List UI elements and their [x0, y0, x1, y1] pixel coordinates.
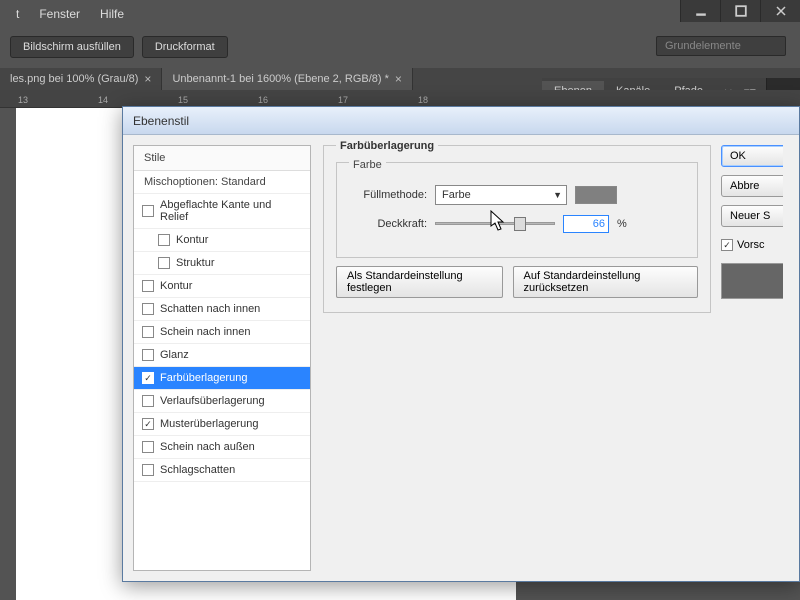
cancel-button[interactable]: Abbre — [721, 175, 783, 197]
doc-tab-label: les.png bei 100% (Grau/8) — [10, 73, 138, 85]
menu-hilfe[interactable]: Hilfe — [90, 3, 134, 25]
dialog-title: Ebenenstil — [123, 107, 799, 135]
style-label: Glanz — [160, 349, 189, 361]
style-inner-shadow[interactable]: Schatten nach innen — [134, 298, 310, 321]
style-label: Schatten nach innen — [160, 303, 260, 315]
style-pattern-overlay[interactable]: Musterüberlagerung — [134, 413, 310, 436]
style-label: Farbüberlagerung — [160, 372, 247, 384]
style-gradient-overlay[interactable]: Verlaufsüberlagerung — [134, 390, 310, 413]
fill-method-label: Füllmethode: — [349, 189, 427, 201]
settings-panel: Farbüberlagerung Farbe Füllmethode: Farb… — [323, 145, 711, 571]
close-button[interactable] — [760, 0, 800, 22]
style-drop-shadow[interactable]: Schlagschatten — [134, 459, 310, 482]
ruler-mark: 13 — [18, 95, 98, 107]
ok-button[interactable]: OK — [721, 145, 783, 167]
doc-tab-label: Unbenannt-1 bei 1600% (Ebene 2, RGB/8) * — [172, 73, 388, 85]
subgroup-title: Farbe — [349, 159, 386, 171]
workspace-select[interactable]: Grundelemente — [656, 36, 786, 56]
style-label: Schein nach innen — [160, 326, 251, 338]
fill-method-select[interactable]: Farbe ▼ — [435, 185, 567, 205]
checkbox[interactable] — [142, 372, 154, 384]
checkbox[interactable] — [142, 395, 154, 407]
styles-header[interactable]: Stile — [134, 146, 310, 171]
close-icon[interactable]: × — [144, 72, 151, 86]
doc-tab-1[interactable]: les.png bei 100% (Grau/8) × — [0, 68, 162, 90]
checkbox[interactable] — [158, 234, 170, 246]
style-label: Abgeflachte Kante und Relief — [160, 199, 302, 223]
style-label: Verlaufsüberlagerung — [160, 395, 265, 407]
reset-default-button[interactable]: Auf Standardeinstellung zurücksetzen — [513, 266, 698, 298]
checkbox[interactable] — [142, 441, 154, 453]
color-swatch[interactable] — [575, 186, 617, 204]
style-label: Schlagschatten — [160, 464, 235, 476]
preview-checkbox[interactable] — [721, 239, 733, 251]
style-bevel[interactable]: Abgeflachte Kante und Relief — [134, 194, 310, 229]
slider-thumb[interactable] — [514, 217, 526, 231]
style-satin[interactable]: Glanz — [134, 344, 310, 367]
style-kontur-sub[interactable]: Kontur — [134, 229, 310, 252]
checkbox[interactable] — [142, 464, 154, 476]
group-title: Farbüberlagerung — [336, 140, 438, 152]
style-inner-glow[interactable]: Schein nach innen — [134, 321, 310, 344]
checkbox[interactable] — [142, 326, 154, 338]
set-default-button[interactable]: Als Standardeinstellung festlegen — [336, 266, 503, 298]
menu-fenster[interactable]: Fenster — [29, 3, 90, 25]
maximize-button[interactable] — [720, 0, 760, 22]
blend-options[interactable]: Mischoptionen: Standard — [134, 171, 310, 194]
dialog-right-column: OK Abbre Neuer S Vorsc — [721, 145, 783, 571]
opacity-slider[interactable] — [435, 217, 555, 231]
preview-label: Vorsc — [737, 239, 765, 251]
style-label: Kontur — [176, 234, 208, 246]
layer-style-dialog: Ebenenstil Stile Mischoptionen: Standard… — [122, 106, 800, 582]
style-kontur[interactable]: Kontur — [134, 275, 310, 298]
menu-truncated[interactable]: t — [6, 3, 29, 25]
close-icon[interactable]: × — [395, 72, 402, 86]
checkbox[interactable] — [142, 349, 154, 361]
style-outer-glow[interactable]: Schein nach außen — [134, 436, 310, 459]
checkbox[interactable] — [142, 303, 154, 315]
new-style-button[interactable]: Neuer S — [721, 205, 783, 227]
checkbox[interactable] — [142, 280, 154, 292]
checkbox[interactable] — [158, 257, 170, 269]
doc-tab-2[interactable]: Unbenannt-1 bei 1600% (Ebene 2, RGB/8) *… — [162, 68, 413, 90]
style-label: Struktur — [176, 257, 215, 269]
opacity-input[interactable] — [563, 215, 609, 233]
opacity-label: Deckkraft: — [349, 218, 427, 230]
menu-bar: t Fenster Hilfe — [0, 0, 670, 28]
style-struktur[interactable]: Struktur — [134, 252, 310, 275]
style-label: Kontur — [160, 280, 192, 292]
print-format-button[interactable]: Druckformat — [142, 36, 228, 58]
preview-swatch — [721, 263, 783, 299]
chevron-down-icon: ▼ — [553, 190, 562, 200]
select-value: Farbe — [442, 189, 471, 201]
styles-list: Stile Mischoptionen: Standard Abgeflacht… — [133, 145, 311, 571]
checkbox[interactable] — [142, 418, 154, 430]
style-color-overlay[interactable]: Farbüberlagerung — [134, 367, 310, 390]
style-label: Schein nach außen — [160, 441, 255, 453]
minimize-button[interactable] — [680, 0, 720, 22]
fill-screen-button[interactable]: Bildschirm ausfüllen — [10, 36, 134, 58]
style-label: Musterüberlagerung — [160, 418, 258, 430]
opacity-unit: % — [617, 218, 627, 230]
checkbox[interactable] — [142, 205, 154, 217]
